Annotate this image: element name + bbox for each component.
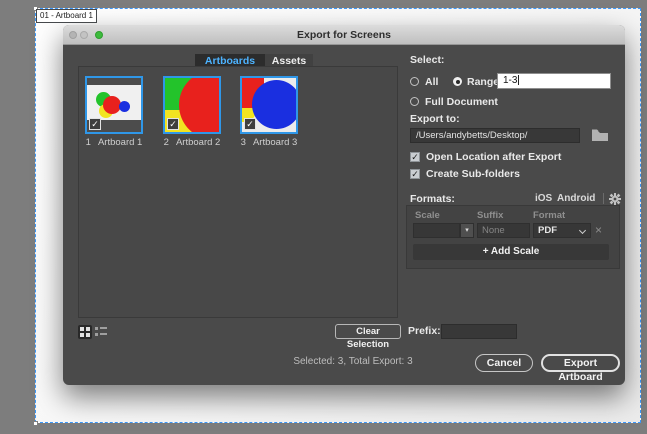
radio-all[interactable] (410, 77, 419, 86)
minimize-window-icon[interactable] (80, 31, 88, 39)
preset-ios[interactable]: iOS (535, 193, 552, 204)
gear-icon (609, 193, 621, 205)
prefix-label: Prefix: (408, 325, 441, 337)
check-icon: ✓ (411, 169, 419, 179)
artboard-name[interactable]: Artboard 1 (98, 137, 142, 148)
artboard-label: 3 Artboard 3 (240, 137, 298, 148)
zoom-window-icon[interactable] (95, 31, 103, 39)
formats-label: Formats: (410, 193, 455, 205)
column-header-suffix: Suffix (477, 210, 503, 221)
preset-android[interactable]: Android (557, 193, 595, 204)
caret-down-icon: ▾ (465, 227, 469, 234)
remove-format-icon[interactable]: × (595, 223, 602, 238)
choose-folder-button[interactable] (591, 128, 611, 143)
artboard-thumbnail-1[interactable]: ✓ (85, 76, 143, 134)
grid-view-icon[interactable] (78, 325, 92, 339)
open-location-label[interactable]: Open Location after Export (426, 151, 561, 163)
selection-status: Selected: 3, Total Export: 3 (238, 356, 468, 367)
export-for-screens-dialog: Export for Screens Artboards Assets ✓ 1 … (63, 25, 625, 385)
dialog-title: Export for Screens (63, 25, 625, 45)
artboard-checkbox[interactable]: ✓ (167, 118, 179, 130)
radio-range[interactable] (453, 77, 462, 86)
column-header-scale: Scale (415, 210, 440, 221)
folder-icon (591, 128, 609, 142)
scale-value-field[interactable] (413, 223, 460, 238)
check-icon: ✓ (246, 119, 254, 129)
select-label: Select: (410, 54, 444, 66)
chevron-down-icon (579, 227, 586, 234)
formats-table-panel: Scale Suffix Format ▾ None PDF × + Add S… (406, 205, 620, 269)
radio-all-label[interactable]: All (425, 76, 438, 88)
artboard-checkbox[interactable]: ✓ (89, 118, 101, 130)
add-scale-button[interactable]: + Add Scale (413, 244, 609, 260)
artboard-name-tag[interactable]: 01 - Artboard 1 (36, 9, 97, 23)
export-artboard-button[interactable]: Export Artboard (541, 354, 620, 372)
selection-handle[interactable] (33, 421, 38, 426)
check-icon: ✓ (411, 152, 419, 162)
open-location-checkbox[interactable]: ✓ (410, 152, 420, 162)
artboard-thumbnail-2[interactable]: ✓ (163, 76, 221, 134)
artboard-number: 2 (164, 137, 169, 148)
dialog-titlebar[interactable]: Export for Screens (63, 25, 625, 45)
letterbox-band (87, 78, 141, 85)
artboard-name[interactable]: Artboard 2 (176, 137, 220, 148)
radio-full-document-label[interactable]: Full Document (425, 96, 498, 108)
artboard-number: 1 (86, 137, 91, 148)
export-to-label: Export to: (410, 113, 460, 125)
artboard-list-panel: ✓ 1 Artboard 1 ✓ 2 Artboard 2 (78, 66, 398, 318)
clear-selection-button[interactable]: Clear Selection (335, 324, 401, 339)
range-input[interactable]: 1-3 (497, 73, 611, 89)
blue-circle-art (119, 101, 130, 112)
red-circle-art (179, 76, 221, 134)
column-header-format: Format (533, 210, 565, 221)
blue-circle-art (252, 80, 298, 129)
artboard-thumbnail-3[interactable]: ✓ (240, 76, 298, 134)
prefix-input[interactable] (441, 324, 517, 339)
radio-full-document[interactable] (410, 97, 419, 106)
scale-dropdown-button[interactable]: ▾ (460, 223, 474, 238)
artboard-checkbox[interactable]: ✓ (244, 118, 256, 130)
artboard-label: 1 Artboard 1 (85, 137, 143, 148)
divider (603, 193, 604, 204)
create-subfolders-label[interactable]: Create Sub-folders (426, 168, 520, 180)
cancel-button[interactable]: Cancel (475, 354, 533, 372)
artboard-name[interactable]: Artboard 3 (253, 137, 297, 148)
export-path-field[interactable]: /Users/andybetts/Desktop/ (410, 128, 580, 143)
format-value: PDF (538, 225, 557, 236)
illustrator-workspace: 01 - Artboard 1 Export for Screens Artbo… (0, 0, 647, 434)
list-view-icon[interactable] (94, 325, 108, 339)
suffix-input[interactable]: None (477, 223, 530, 238)
check-icon: ✓ (169, 119, 177, 129)
text-cursor (518, 75, 519, 85)
close-window-icon[interactable] (69, 31, 77, 39)
artboard-number: 3 (241, 137, 246, 148)
create-subfolders-checkbox[interactable]: ✓ (410, 169, 420, 179)
range-value: 1-3 (503, 75, 517, 86)
artboard-label: 2 Artboard 2 (163, 137, 221, 148)
format-dropdown[interactable]: PDF (533, 223, 591, 238)
check-icon: ✓ (91, 119, 99, 129)
